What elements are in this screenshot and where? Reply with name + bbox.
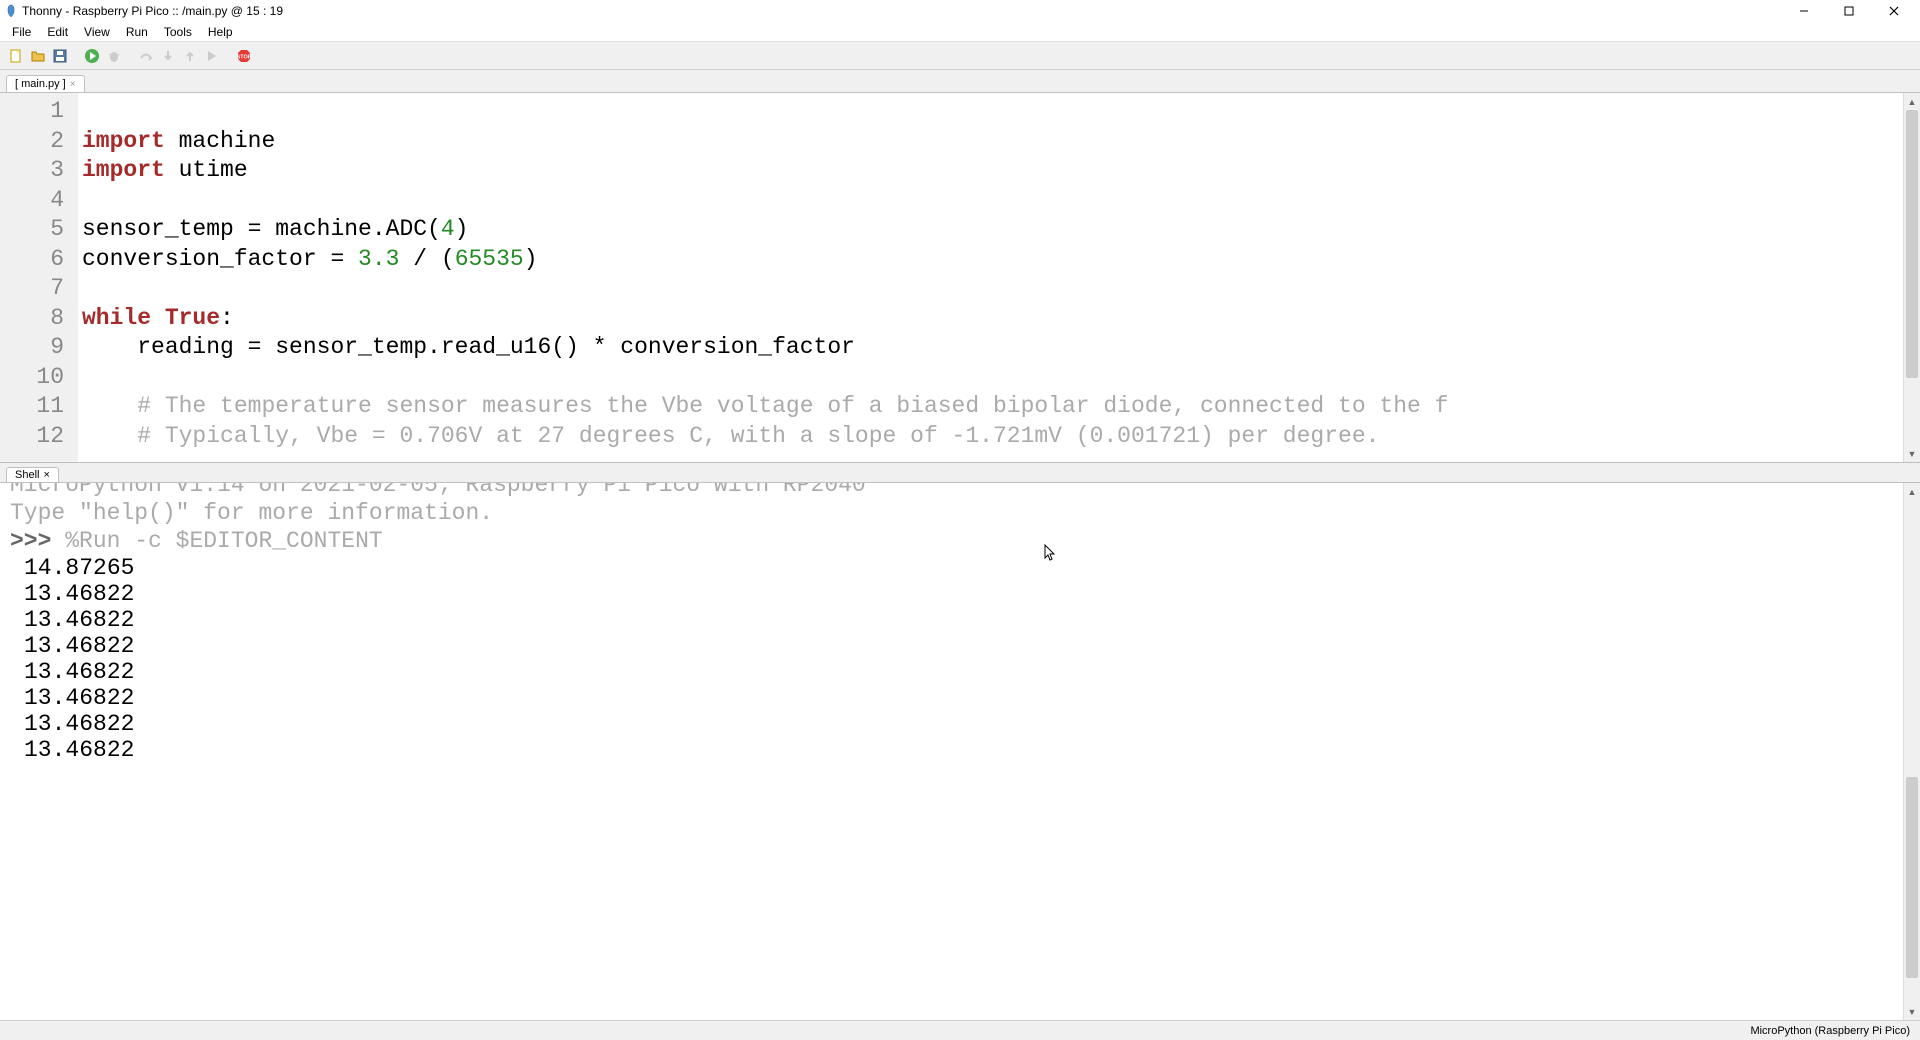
line-number: 12 xyxy=(0,422,78,452)
debug-icon[interactable] xyxy=(104,46,124,66)
window-title: Thonny - Raspberry Pi Pico :: /main.py @… xyxy=(22,4,283,18)
close-icon[interactable]: × xyxy=(43,469,49,481)
toolbar: STOP xyxy=(0,42,1920,70)
editor-tab-bar: [ main.py ] × xyxy=(0,70,1920,92)
shell-banner: Type "help()" for more information. xyxy=(10,499,1893,527)
code-line[interactable] xyxy=(82,274,1903,304)
window-controls xyxy=(1781,0,1916,22)
line-number-gutter: 123456789101112 xyxy=(0,93,78,462)
code-line[interactable] xyxy=(82,186,1903,216)
new-file-icon[interactable] xyxy=(6,46,26,66)
menu-bar: File Edit View Run Tools Help xyxy=(0,22,1920,42)
editor-scrollbar[interactable]: ▲ ▼ xyxy=(1903,93,1920,462)
scroll-down-icon[interactable]: ▼ xyxy=(1904,1003,1920,1020)
menu-edit[interactable]: Edit xyxy=(39,23,76,41)
line-number: 5 xyxy=(0,215,78,245)
code-line[interactable] xyxy=(82,363,1903,393)
backend-indicator[interactable]: MicroPython (Raspberry Pi Pico) xyxy=(1750,1025,1910,1037)
code-line[interactable]: while True: xyxy=(82,304,1903,334)
resume-icon[interactable] xyxy=(202,46,222,66)
code-editor[interactable]: 123456789101112 import machineimport uti… xyxy=(0,92,1920,462)
line-number: 2 xyxy=(0,127,78,157)
scroll-up-icon[interactable]: ▲ xyxy=(1904,483,1920,500)
shell-output-line: 13.46822 xyxy=(10,737,1893,763)
step-out-icon[interactable] xyxy=(180,46,200,66)
code-line[interactable]: conversion_factor = 3.3 / (65535) xyxy=(82,245,1903,275)
line-number: 9 xyxy=(0,333,78,363)
scroll-down-icon[interactable]: ▼ xyxy=(1904,445,1920,462)
status-bar: MicroPython (Raspberry Pi Pico) xyxy=(0,1020,1920,1040)
close-icon[interactable]: × xyxy=(70,79,76,90)
line-number: 1 xyxy=(0,97,78,127)
save-file-icon[interactable] xyxy=(50,46,70,66)
shell-prompt-line[interactable]: >>> %Run -c $EDITOR_CONTENT xyxy=(10,527,1893,555)
line-number: 4 xyxy=(0,186,78,216)
shell-tab-bar: Shell × xyxy=(0,462,1920,482)
line-number: 11 xyxy=(0,392,78,422)
code-line[interactable]: sensor_temp = machine.ADC(4) xyxy=(82,215,1903,245)
open-file-icon[interactable] xyxy=(28,46,48,66)
shell-output-line: 13.46822 xyxy=(10,659,1893,685)
menu-help[interactable]: Help xyxy=(200,23,241,41)
line-number: 8 xyxy=(0,304,78,334)
title-bar: Thonny - Raspberry Pi Pico :: /main.py @… xyxy=(0,0,1920,22)
shell-tab-label: Shell xyxy=(15,469,39,481)
shell-panel[interactable]: MicroPython v1.14 on 2021-02-05; Raspber… xyxy=(0,482,1920,1020)
shell-output-line: 13.46822 xyxy=(10,633,1893,659)
shell-banner: MicroPython v1.14 on 2021-02-05; Raspber… xyxy=(10,483,1893,499)
line-number: 6 xyxy=(0,245,78,275)
menu-file[interactable]: File xyxy=(4,23,39,41)
shell-content[interactable]: MicroPython v1.14 on 2021-02-05; Raspber… xyxy=(0,483,1903,1020)
line-number: 3 xyxy=(0,156,78,186)
shell-output-line: 13.46822 xyxy=(10,685,1893,711)
shell-output-line: 13.46822 xyxy=(10,711,1893,737)
tab-shell[interactable]: Shell × xyxy=(6,467,59,482)
code-line[interactable]: # The temperature sensor measures the Vb… xyxy=(82,392,1903,422)
line-number: 7 xyxy=(0,274,78,304)
scroll-track[interactable] xyxy=(1904,110,1920,445)
app-icon xyxy=(4,4,18,18)
svg-text:STOP: STOP xyxy=(237,54,252,60)
shell-output-line: 14.87265 xyxy=(10,555,1893,581)
scroll-thumb[interactable] xyxy=(1906,110,1918,378)
code-line[interactable]: import utime xyxy=(82,156,1903,186)
scroll-thumb[interactable] xyxy=(1906,777,1918,978)
step-over-icon[interactable] xyxy=(136,46,156,66)
minimize-button[interactable] xyxy=(1781,0,1826,22)
menu-run[interactable]: Run xyxy=(118,23,156,41)
line-number: 10 xyxy=(0,363,78,393)
scroll-up-icon[interactable]: ▲ xyxy=(1904,93,1920,110)
shell-output-line: 13.46822 xyxy=(10,607,1893,633)
run-icon[interactable] xyxy=(82,46,102,66)
maximize-button[interactable] xyxy=(1826,0,1871,22)
shell-output-line: 13.46822 xyxy=(10,581,1893,607)
menu-tools[interactable]: Tools xyxy=(156,23,200,41)
code-line[interactable]: import machine xyxy=(82,127,1903,157)
tab-main-py[interactable]: [ main.py ] × xyxy=(6,75,85,92)
step-into-icon[interactable] xyxy=(158,46,178,66)
code-line[interactable]: # Typically, Vbe = 0.706V at 27 degrees … xyxy=(82,422,1903,452)
menu-view[interactable]: View xyxy=(76,23,118,41)
code-line[interactable]: reading = sensor_temp.read_u16() * conve… xyxy=(82,333,1903,363)
code-line[interactable] xyxy=(82,97,1903,127)
code-content[interactable]: import machineimport utime sensor_temp = … xyxy=(78,93,1903,462)
shell-scrollbar[interactable]: ▲ ▼ xyxy=(1903,483,1920,1020)
tab-label: [ main.py ] xyxy=(15,78,66,90)
close-button[interactable] xyxy=(1871,0,1916,22)
stop-icon[interactable]: STOP xyxy=(234,46,254,66)
scroll-track[interactable] xyxy=(1904,500,1920,1003)
